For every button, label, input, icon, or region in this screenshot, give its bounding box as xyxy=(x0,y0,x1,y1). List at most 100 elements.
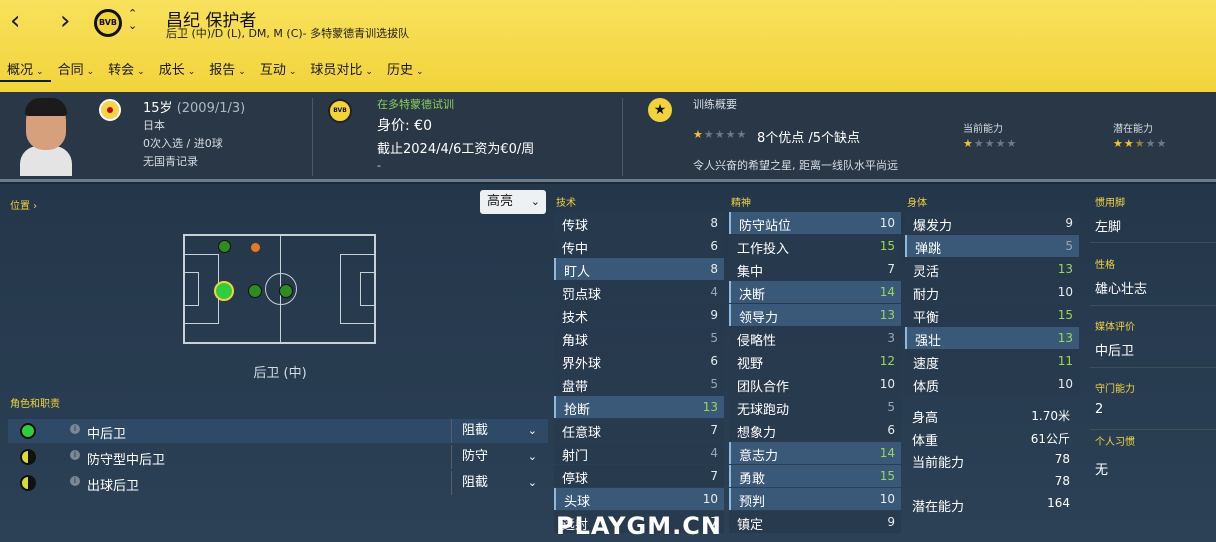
attribute-row[interactable]: 罚点球 4 xyxy=(554,281,724,303)
attribute-name: 传球 xyxy=(562,219,589,234)
duty-dropdown[interactable]: 防守 ⌄ xyxy=(451,445,547,469)
attribute-row[interactable]: 意志力 14 xyxy=(729,442,901,464)
attribute-row[interactable]: 界外球 6 xyxy=(554,350,724,372)
attribute-row[interactable]: 侵略性 3 xyxy=(729,327,901,349)
attribute-name: 想象力 xyxy=(737,426,777,441)
attribute-row[interactable]: 镇定 9 xyxy=(729,511,901,533)
info-icon[interactable]: i xyxy=(70,424,80,434)
attribute-row[interactable]: 抢断 13 xyxy=(554,396,724,418)
tab-7[interactable]: 历史 ⌄ xyxy=(380,56,431,82)
info-icon[interactable]: i xyxy=(70,450,80,460)
player-portrait xyxy=(18,96,74,176)
tab-5[interactable]: 互动 ⌄ xyxy=(253,56,304,82)
youth-record: 无国青记录 xyxy=(143,155,198,168)
attribute-row[interactable]: 决断 14 xyxy=(729,281,901,303)
attribute-row[interactable]: 防守站位 10 xyxy=(729,212,901,234)
attribute-row[interactable]: 爆发力 9 xyxy=(905,212,1079,234)
club-badge-icon[interactable]: BVB xyxy=(94,9,122,37)
position-section-title[interactable]: 位置 › xyxy=(10,197,37,212)
tab-3[interactable]: 成长 ⌄ xyxy=(152,56,203,82)
attribute-row[interactable]: 盘带 5 xyxy=(554,373,724,395)
attribute-row[interactable]: 工作投入 15 xyxy=(729,235,901,257)
japan-flag-icon xyxy=(99,99,121,121)
attribute-row[interactable]: 技术 9 xyxy=(554,304,724,326)
attribute-row[interactable]: 勇敢 15 xyxy=(729,465,901,487)
tab-label: 成长 xyxy=(158,63,185,78)
attribute-row[interactable]: 想象力 6 xyxy=(729,419,901,441)
attribute-row[interactable]: 预判 10 xyxy=(729,488,901,510)
attribute-name: 视野 xyxy=(737,357,764,372)
tab-0[interactable]: 概况 ⌄ xyxy=(0,56,51,82)
tab-label: 报告 xyxy=(209,63,236,78)
training-description: 令人兴奋的希望之星, 距离一线队水平尚远 xyxy=(693,159,898,172)
training-summary: 8个优点 /5个缺点 xyxy=(757,131,861,146)
attribute-name: 停球 xyxy=(562,472,589,487)
duty-dropdown[interactable]: 阻截 ⌄ xyxy=(451,419,547,443)
attribute-name: 盯人 xyxy=(564,265,591,280)
back-arrow-icon[interactable]: ‹ xyxy=(10,8,20,34)
attribute-name: 速度 xyxy=(913,357,940,372)
attribute-name: 灵活 xyxy=(913,265,940,280)
attribute-row[interactable]: 领导力 13 xyxy=(729,304,901,326)
attribute-name: 传中 xyxy=(562,242,589,257)
attribute-name: 弹跳 xyxy=(915,242,942,257)
attribute-row[interactable]: 头球 10 xyxy=(554,488,724,510)
role-row-central-defender[interactable]: i 中后卫 阻截 ⌄ xyxy=(8,419,548,443)
info-icon[interactable]: i xyxy=(70,476,80,486)
duty-value: 阻截 xyxy=(462,423,489,438)
position-pitch-diagram xyxy=(183,234,376,344)
forward-arrow-icon[interactable]: › xyxy=(60,8,70,34)
tab-2[interactable]: 转会 ⌄ xyxy=(101,56,152,82)
info-value: 61公斤 xyxy=(1030,432,1070,446)
attribute-name: 抢断 xyxy=(564,403,591,418)
attribute-value: 5 xyxy=(710,331,718,345)
duty-dropdown[interactable]: 阻截 ⌄ xyxy=(451,471,547,495)
player-traits-value: 无 xyxy=(1095,463,1109,478)
tab-1[interactable]: 合同 ⌄ xyxy=(51,56,102,82)
age-value: 15岁 xyxy=(143,101,173,116)
attribute-row[interactable]: 速度 11 xyxy=(905,350,1079,372)
attribute-row[interactable]: 无球跑动 5 xyxy=(729,396,901,418)
current-ability-stars: ★★★★★ xyxy=(963,137,1018,150)
position-panel: 位置 › 高亮 ⌄ 后卫 (中) 角色和职责 i 中后卫 阻截 ⌄ i 防守型中… xyxy=(0,184,550,542)
role-row-ball-playing-defender[interactable]: i 出球后卫 阻截 ⌄ xyxy=(8,471,548,495)
attribute-row[interactable]: 集中 7 xyxy=(729,258,901,280)
attribute-row[interactable]: 任意球 7 xyxy=(554,419,724,441)
attribute-row[interactable]: 弹跳 5 xyxy=(905,235,1079,257)
highlight-dropdown[interactable]: 高亮 ⌄ xyxy=(480,190,546,214)
attribute-row[interactable]: 体质 10 xyxy=(905,373,1079,395)
side-info-panel: 惯用脚 左脚 性格 雄心壮志 媒体评价 中后卫 守门能力 2 个人习惯 无 xyxy=(1090,184,1216,542)
attribute-row[interactable]: 盯人 8 xyxy=(554,258,724,280)
position-dot-wb-l xyxy=(251,243,260,252)
attribute-name: 预判 xyxy=(739,495,766,510)
attribute-row[interactable]: 角球 5 xyxy=(554,327,724,349)
tab-4[interactable]: 报告 ⌄ xyxy=(202,56,253,82)
attribute-name: 防守站位 xyxy=(739,219,792,234)
goalkeeping-value: 2 xyxy=(1095,402,1104,417)
attribute-row[interactable]: 传球 8 xyxy=(554,212,724,234)
chevron-down-icon: ⌄ xyxy=(137,67,145,77)
attribute-name: 技术 xyxy=(562,311,589,326)
club-switch-chevron-icon[interactable]: ⌃ ⌄ xyxy=(128,8,137,32)
attribute-row[interactable]: 平衡 15 xyxy=(905,304,1079,326)
position-dot-d-l xyxy=(218,240,231,253)
roles-section-title: 角色和职责 xyxy=(10,399,60,410)
attribute-row[interactable]: 视野 12 xyxy=(729,350,901,372)
potential-ability-label: 潜在能力 xyxy=(1113,124,1153,135)
player-traits-label: 个人习惯 xyxy=(1095,437,1135,448)
attribute-value: 14 xyxy=(879,446,895,460)
info-value: 78 xyxy=(1054,452,1070,466)
role-row-no-nonsense-cb[interactable]: i 防守型中后卫 防守 ⌄ xyxy=(8,445,548,469)
attribute-row[interactable]: 团队合作 10 xyxy=(729,373,901,395)
attribute-row[interactable]: 射门 4 xyxy=(554,442,724,464)
attribute-row[interactable]: 灵活 13 xyxy=(905,258,1079,280)
attribute-name: 镇定 xyxy=(737,518,764,533)
tab-6[interactable]: 球员对比 ⌄ xyxy=(303,56,380,82)
role-name: 出球后卫 xyxy=(87,479,140,494)
attribute-value: 14 xyxy=(879,285,895,299)
attribute-row[interactable]: 停球 7 xyxy=(554,465,724,487)
attribute-name: 意志力 xyxy=(739,449,779,464)
attribute-row[interactable]: 耐力 10 xyxy=(905,281,1079,303)
attribute-row[interactable]: 传中 6 xyxy=(554,235,724,257)
attribute-row[interactable]: 强壮 13 xyxy=(905,327,1079,349)
